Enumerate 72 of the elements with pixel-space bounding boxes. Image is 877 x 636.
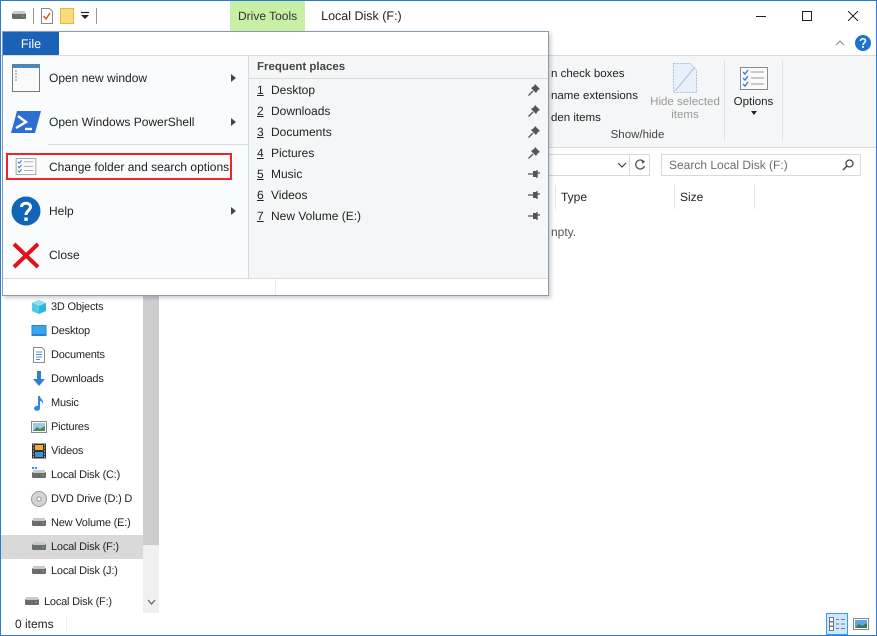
pin-icon[interactable] xyxy=(528,168,540,180)
frequent-place-item[interactable]: 2 Downloads xyxy=(249,100,548,121)
frequent-place-item[interactable]: 5 Music xyxy=(249,163,548,184)
column-header[interactable]: Size xyxy=(674,185,754,209)
empty-message: npty. xyxy=(550,225,578,239)
frequent-place-item[interactable]: 6 Videos xyxy=(249,184,548,205)
options-button[interactable]: Options xyxy=(725,60,782,115)
collapse-caret-icon[interactable] xyxy=(835,40,845,46)
column-header[interactable]: Type xyxy=(555,185,674,209)
cube-icon xyxy=(31,299,47,315)
nav-item[interactable]: New Volume (E:) xyxy=(1,511,143,535)
checked-page-icon[interactable] xyxy=(40,8,54,24)
view-button[interactable] xyxy=(826,613,848,635)
window-icon xyxy=(11,63,41,93)
section-heading: Frequent places xyxy=(249,56,548,79)
menu-item[interactable]: Open Windows PowerShell xyxy=(3,100,248,144)
pin-icon[interactable] xyxy=(528,84,540,96)
menu-item[interactable]: Open new window xyxy=(3,56,248,100)
caret-icon xyxy=(750,111,756,115)
nav-item[interactable]: Documents xyxy=(1,343,143,367)
refresh-button[interactable] xyxy=(629,154,650,176)
pin-icon[interactable] xyxy=(528,104,540,116)
checkbox-label[interactable]: den items xyxy=(551,107,648,129)
contextual-tab[interactable]: Drive Tools xyxy=(230,1,306,31)
document-icon xyxy=(31,347,47,363)
file-tab[interactable]: File xyxy=(3,32,59,55)
chevron-down-icon[interactable] xyxy=(617,162,627,168)
film-icon xyxy=(31,443,47,459)
details-view-icon xyxy=(829,617,845,631)
nav-item[interactable]: Music xyxy=(1,391,143,415)
picture-icon xyxy=(853,617,869,631)
picture-icon xyxy=(31,419,47,435)
help-icon[interactable] xyxy=(855,35,871,51)
group-label: Show/hide xyxy=(610,129,666,142)
page-icon xyxy=(673,63,697,93)
nav-item[interactable]: Downloads xyxy=(1,367,143,391)
scroll-down-icon[interactable] xyxy=(146,599,156,605)
nav-item[interactable]: Local Disk (J:) xyxy=(1,559,143,583)
search-field[interactable]: Search Local Disk (F:) xyxy=(661,154,861,176)
frequent-place-item[interactable]: 1 Desktop xyxy=(249,79,548,100)
checkbox-label[interactable]: name extensions xyxy=(551,85,648,107)
menu-item[interactable]: Close xyxy=(3,233,248,277)
refresh-icon xyxy=(634,159,646,171)
nav-item[interactable]: Local Disk (C:) xyxy=(1,463,143,487)
pin-icon[interactable] xyxy=(528,126,540,138)
down-arrow-icon xyxy=(31,371,47,387)
menu-item[interactable]: Help xyxy=(3,189,248,233)
search-icon xyxy=(842,159,854,171)
menu-item[interactable]: Change folder and search options xyxy=(6,153,232,180)
help-icon xyxy=(11,196,41,226)
maximize-icon xyxy=(802,11,812,21)
nav-item[interactable]: Local Disk (F:) xyxy=(1,591,143,613)
checkbox-label[interactable]: n check boxes xyxy=(551,63,648,85)
frequent-place-item[interactable]: 4 Pictures xyxy=(249,142,548,163)
close-icon xyxy=(848,11,858,21)
close-icon xyxy=(11,240,41,270)
pin-icon[interactable] xyxy=(528,188,540,200)
nav-item[interactable]: Pictures xyxy=(1,415,143,439)
nav-item[interactable]: Desktop xyxy=(1,319,143,343)
disc-icon xyxy=(31,491,47,507)
nav-item[interactable]: Videos xyxy=(1,439,143,463)
nav-item[interactable]: 3D Objects xyxy=(1,295,143,319)
frequent-place-item[interactable]: 7 New Volume (E:) xyxy=(249,205,548,226)
dropdown-icon[interactable] xyxy=(80,11,90,21)
nav-item[interactable]: DVD Drive (D:) D xyxy=(1,487,143,511)
frequent-place-item[interactable]: 3 Documents xyxy=(249,121,548,142)
window-title: Local Disk (F:) xyxy=(321,8,402,25)
desktop-icon xyxy=(31,323,47,339)
pin-icon[interactable] xyxy=(528,146,540,158)
nav-item[interactable]: Local Disk (F:) xyxy=(1,535,143,559)
item-count: 0 items xyxy=(1,617,67,631)
pin-icon[interactable] xyxy=(528,210,540,222)
